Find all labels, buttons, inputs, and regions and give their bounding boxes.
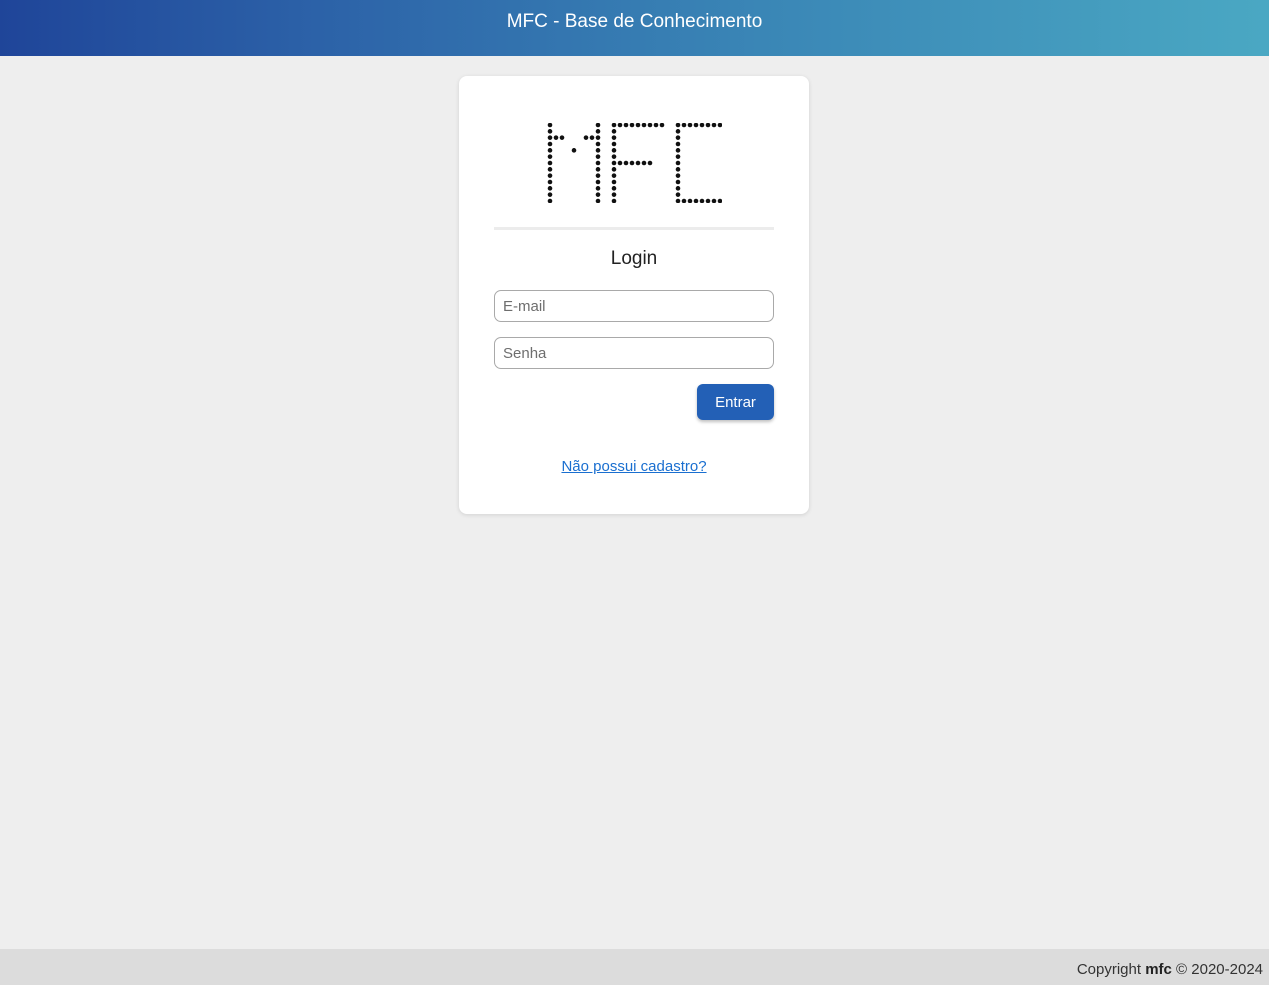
divider <box>494 227 774 230</box>
page-title: MFC - Base de Conhecimento <box>506 11 763 32</box>
password-field[interactable] <box>494 337 774 369</box>
login-heading: Login <box>610 248 658 269</box>
login-card: Login Entrar Não possui cadastro? <box>459 76 809 514</box>
copyright-brand: mfc <box>1145 961 1172 978</box>
email-field[interactable] <box>494 290 774 322</box>
mfc-logo <box>547 122 729 204</box>
footer: Copyright mfc © 2020-2024 <box>0 949 1269 985</box>
mfc-logo-dots <box>547 122 729 204</box>
copyright-years: © 2020-2024 <box>1176 961 1263 978</box>
copyright-prefix: Copyright <box>1076 961 1142 978</box>
copyright-text: Copyright mfc © 2020-2024 <box>1077 961 1263 978</box>
top-header-bar: MFC - Base de Conhecimento <box>0 0 1269 56</box>
signup-link-wrap: Não possui cadastro? <box>459 458 809 475</box>
login-button[interactable]: Entrar <box>697 384 774 420</box>
signup-link[interactable]: Não possui cadastro? <box>561 458 706 475</box>
